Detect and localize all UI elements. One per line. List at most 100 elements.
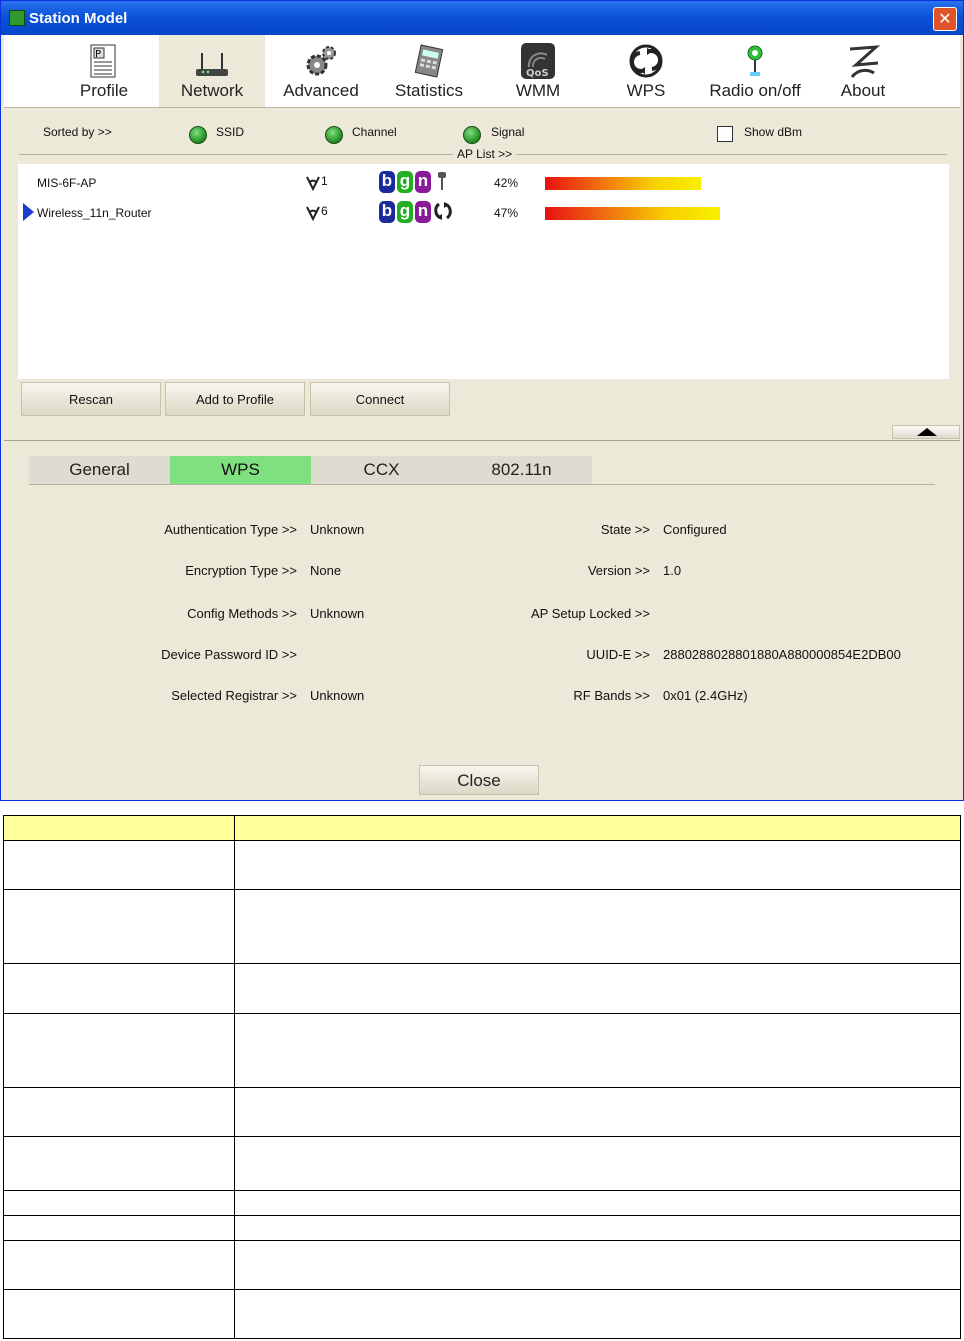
wps-small-icon — [434, 202, 452, 220]
title-bar[interactable]: Station Model ✕ — [1, 1, 963, 35]
ap-channel: 1 — [305, 173, 328, 192]
svg-text:QoS: QoS — [526, 68, 549, 79]
station-model-window: Station Model ✕ P Profile Network Advanc… — [0, 0, 964, 801]
toolbar-advanced[interactable]: Advanced — [268, 35, 374, 107]
table-row — [3, 1240, 961, 1290]
network-icon — [196, 53, 228, 76]
table-row — [3, 889, 961, 964]
signal-bar — [545, 177, 701, 190]
auth-type-label: Authentication Type >> — [164, 522, 297, 537]
table-cell — [234, 1240, 961, 1290]
table-header-cell — [3, 815, 235, 841]
show-dbm-checkbox[interactable] — [717, 126, 733, 142]
sorted-by-label: Sorted by >> — [43, 125, 112, 139]
ap-signal-percent: 47% — [494, 206, 519, 220]
ap-ssid: Wireless_11n_Router — [37, 206, 152, 220]
table-cell — [3, 1240, 235, 1290]
collapse-button[interactable] — [892, 425, 960, 439]
mode-n-badge: n — [415, 171, 431, 193]
toolbar-wps-label: WPS — [626, 81, 666, 100]
table-row — [3, 963, 961, 1014]
statistics-icon — [414, 44, 444, 78]
channel-icon — [306, 206, 320, 222]
sort-signal-radio[interactable] — [463, 126, 481, 144]
table-cell — [234, 1215, 961, 1241]
selected-pointer-icon — [23, 203, 34, 221]
mode-n-badge: n — [415, 201, 431, 223]
toolbar-network[interactable]: Network — [159, 35, 265, 107]
selected-registrar-label: Selected Registrar >> — [171, 688, 297, 703]
main-toolbar: P Profile Network Advanced Statistics Qo… — [4, 35, 960, 108]
toolbar-statistics[interactable]: Statistics — [376, 35, 482, 107]
signal-bar — [545, 207, 720, 220]
ap-channel-number: 1 — [321, 174, 328, 189]
detail-tabs: General WPS CCX 802.11n — [29, 456, 592, 485]
channel-icon — [306, 176, 320, 192]
state-value: Configured — [663, 522, 727, 537]
sort-ssid-radio[interactable] — [189, 126, 207, 144]
toolbar-profile[interactable]: P Profile — [51, 35, 157, 107]
toolbar-profile-label: Profile — [79, 81, 129, 100]
uuid-e-value: 2880288028801880A880000854E2DB00 — [663, 647, 901, 662]
toolbar-wmm[interactable]: QoS WMM — [485, 35, 591, 107]
ap-channel-number: 6 — [321, 204, 328, 219]
ap-ssid: MIS-6F-AP — [37, 176, 97, 190]
table-row — [3, 1087, 961, 1137]
sort-channel-label: Channel — [352, 125, 397, 139]
table-header-cell — [234, 815, 961, 841]
table-cell — [234, 1087, 961, 1137]
close-window-button[interactable]: ✕ — [933, 7, 957, 31]
add-to-profile-button[interactable]: Add to Profile — [165, 382, 305, 416]
ap-row[interactable]: Wireless_11n_Router 6 b g n 47% — [18, 197, 949, 223]
toolbar-about[interactable]: About — [810, 35, 916, 107]
sort-ssid-label: SSID — [216, 125, 245, 139]
table-cell — [3, 1136, 235, 1191]
uuid-e-label: UUID-E >> — [586, 647, 650, 662]
ap-list: MIS-6F-AP 1 b g n 42% Wireless_11n_Route… — [18, 164, 949, 379]
version-label: Version >> — [587, 563, 650, 578]
toolbar-about-label: About — [840, 81, 886, 100]
rf-bands-value: 0x01 (2.4GHz) — [663, 688, 748, 703]
table-cell — [234, 1136, 961, 1191]
close-button[interactable]: Close — [419, 765, 539, 795]
rescan-button[interactable]: Rescan — [21, 382, 161, 416]
table-cell — [3, 1190, 235, 1216]
table-row — [3, 1289, 961, 1339]
table-cell — [234, 840, 961, 890]
sort-channel-radio[interactable] — [325, 126, 343, 144]
state-label: State >> — [600, 522, 650, 537]
connect-button[interactable]: Connect — [310, 382, 450, 416]
show-dbm-label: Show dBm — [744, 125, 803, 139]
ap-list-label: AP List >> — [453, 147, 517, 161]
table-cell — [3, 840, 235, 890]
toolbar-wmm-label: WMM — [515, 81, 561, 100]
auth-type-value: Unknown — [310, 522, 365, 537]
section-divider — [4, 440, 960, 441]
toolbar-radio[interactable]: Radio on/off — [702, 35, 808, 107]
table-cell — [3, 889, 235, 964]
table-row — [3, 1215, 961, 1241]
table-row — [3, 1013, 961, 1088]
toolbar-wps[interactable]: WPS — [593, 35, 699, 107]
table-row — [3, 1190, 961, 1216]
table-cell — [3, 963, 235, 1014]
ap-channel: 6 — [305, 203, 328, 222]
radio-icon — [747, 45, 763, 76]
ap-signal-percent: 42% — [494, 176, 519, 190]
config-methods-value: Unknown — [310, 606, 365, 621]
device-password-id-label: Device Password ID >> — [161, 647, 297, 662]
tab-wps[interactable]: WPS — [170, 456, 311, 484]
sort-signal-label: Signal — [491, 125, 525, 139]
table-header-row — [3, 815, 961, 841]
tab-80211n[interactable]: 802.11n — [451, 456, 592, 484]
tab-ccx[interactable]: CCX — [311, 456, 452, 484]
collapse-arrow-icon — [917, 428, 937, 436]
table-cell — [234, 1289, 961, 1339]
toolbar-advanced-label: Advanced — [283, 81, 359, 100]
window-title: Station Model — [29, 10, 128, 27]
config-methods-label: Config Methods >> — [187, 606, 297, 621]
wmm-icon: QoS — [521, 43, 555, 79]
ap-row[interactable]: MIS-6F-AP 1 b g n 42% — [18, 167, 949, 193]
wps-icon — [629, 44, 663, 78]
tab-general[interactable]: General — [29, 456, 170, 484]
